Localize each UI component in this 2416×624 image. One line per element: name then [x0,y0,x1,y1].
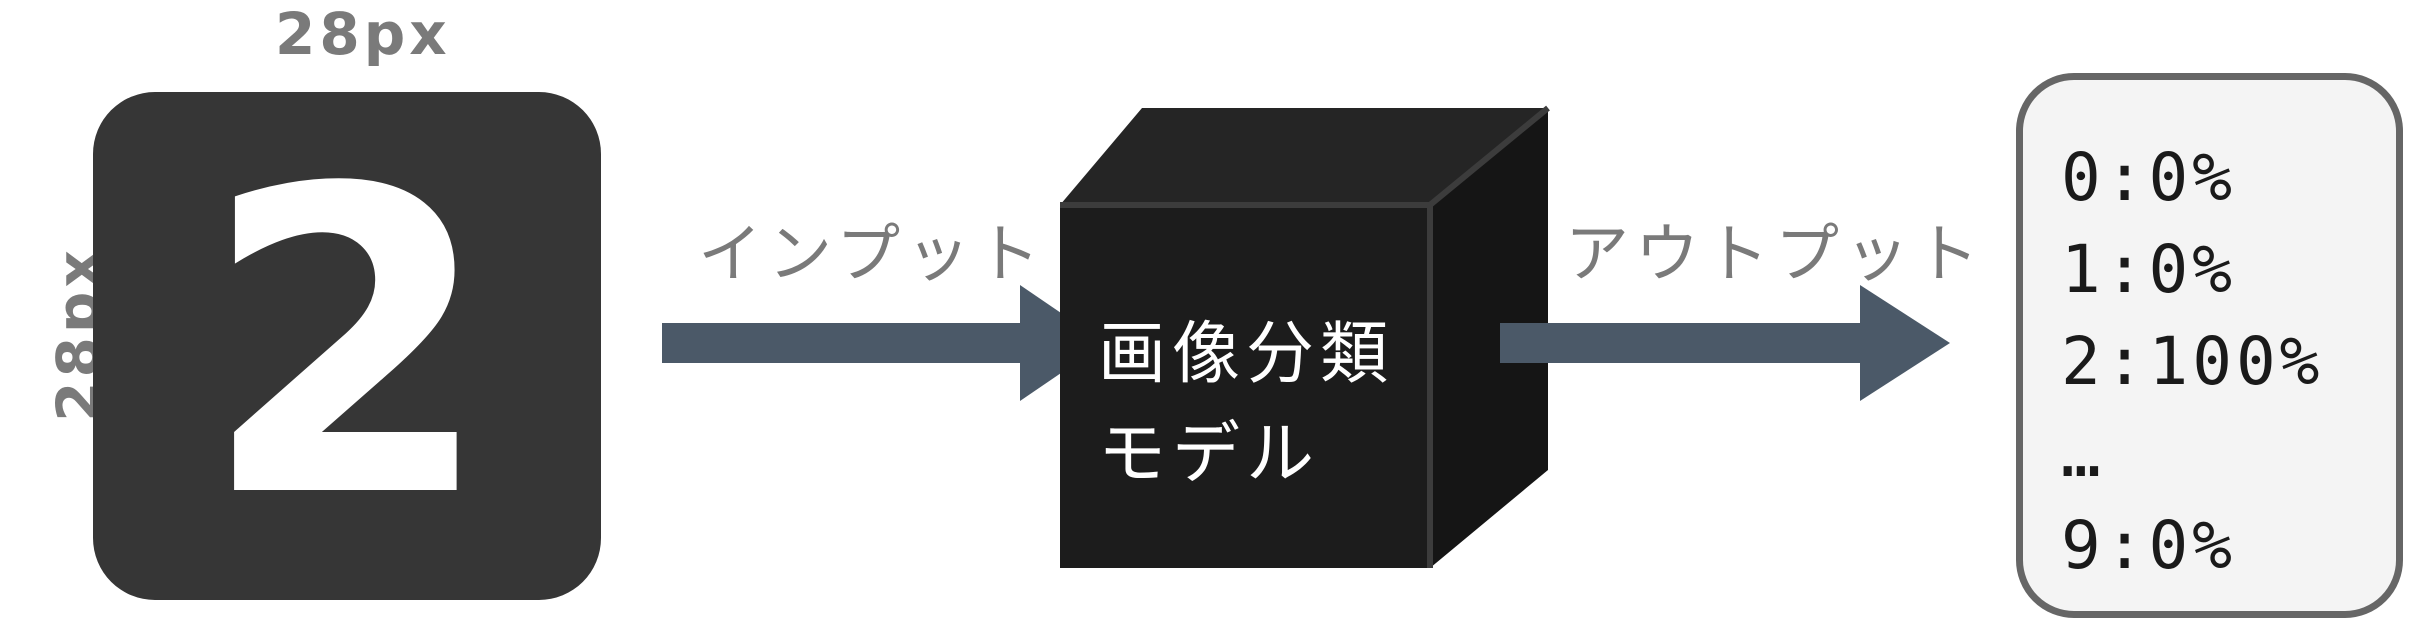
output-result-panel: 0:0% 1:0% 2:100% … 9:0% [2016,73,2403,618]
result-item: 0:0% [2061,139,2236,216]
output-arrow-label: アウトプット [1565,218,1985,292]
output-arrow [1500,285,1950,401]
model-label: 画像分類 モデル [1098,305,1394,505]
result-item: 2:100% [2061,323,2324,400]
model-label-line2: モデル [1098,415,1321,494]
result-item: … [2061,415,2105,492]
input-arrow-label: インプット [698,218,1047,292]
result-item: 9:0% [2061,507,2236,584]
model-label-line1: 画像分類 [1098,315,1395,394]
result-list: 0:0% 1:0% 2:100% … 9:0% [2061,132,2323,592]
result-item: 1:0% [2061,231,2236,308]
input-arrow [662,285,1105,401]
